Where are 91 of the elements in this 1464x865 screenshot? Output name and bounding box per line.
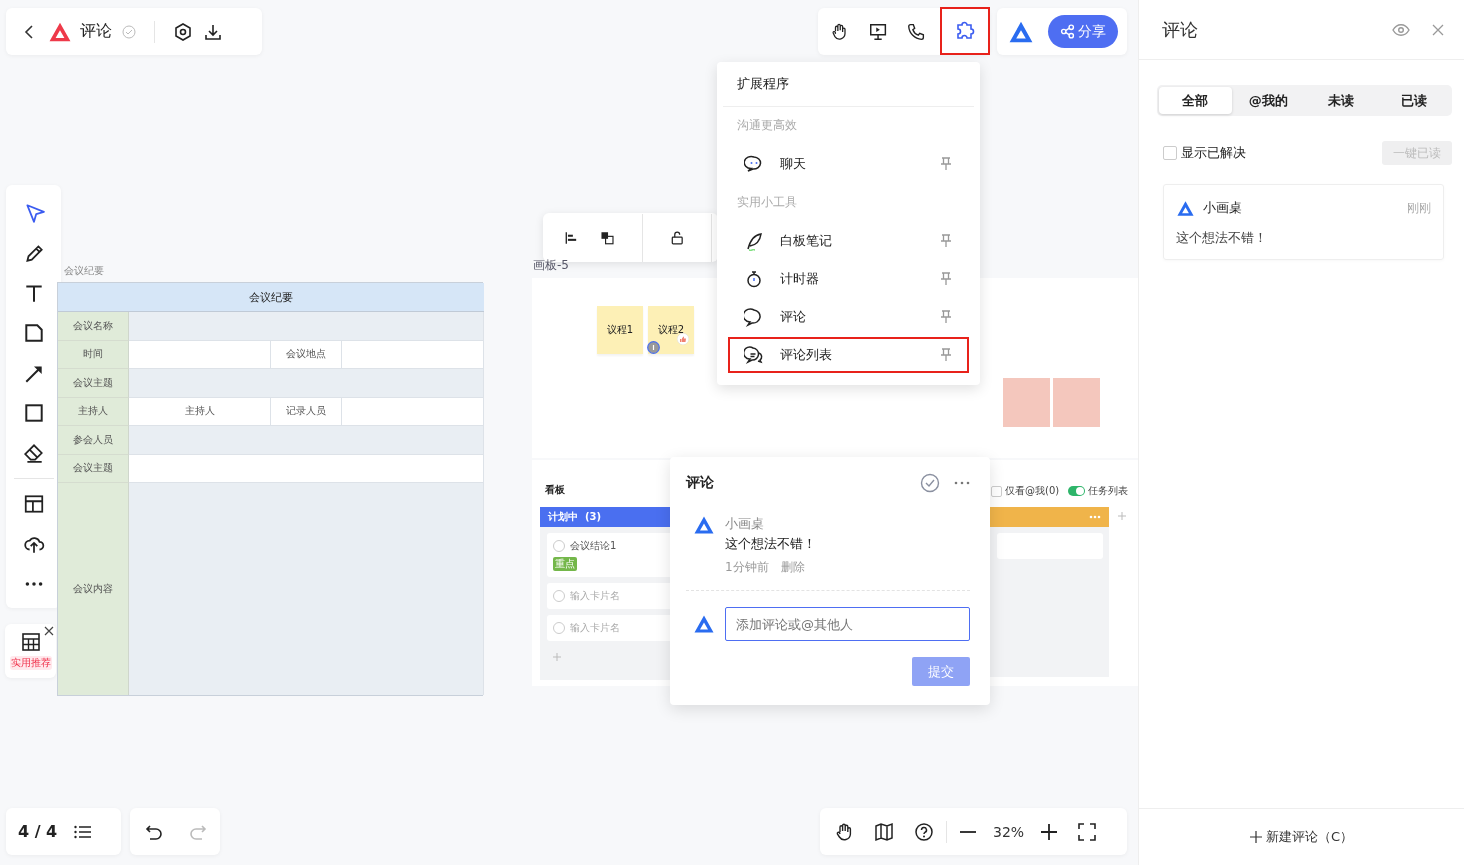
menu-section-heading: 沟通更高效	[736, 117, 798, 134]
pin-icon[interactable]	[939, 348, 953, 362]
table-cell: 记录人员	[271, 397, 342, 426]
sticky-note[interactable]: 议程1	[597, 306, 643, 354]
share-icon	[1060, 24, 1075, 39]
tag: 重点	[553, 557, 577, 571]
zoom-level: 32%	[993, 823, 1025, 840]
eye-icon[interactable]	[1392, 22, 1410, 37]
recommend-label: 实用推荐	[9, 656, 52, 670]
checkbox[interactable]	[991, 485, 1002, 497]
help-icon[interactable]	[914, 821, 934, 842]
table-cell: 会议名称	[58, 312, 129, 341]
hand-icon[interactable]	[834, 821, 854, 842]
avatar-logo-icon	[693, 515, 715, 535]
popup-title: 评论	[686, 474, 715, 492]
table-cell: 会议内容	[58, 483, 129, 695]
table-cell: 参会人员	[58, 426, 129, 455]
check-circle-icon	[122, 24, 136, 39]
comment-card[interactable]: 小画桌 刚刚 这个想法不错！	[1163, 184, 1444, 260]
table-title: 会议纪要	[58, 283, 484, 312]
table-cell: 主持人	[129, 397, 271, 426]
table-cell: 时间	[58, 340, 129, 369]
table-cell: 会议主题	[58, 369, 129, 398]
menu-item[interactable]: 聊天	[728, 146, 969, 182]
thumbs-up-icon	[677, 333, 689, 345]
recommend-card[interactable]: 实用推荐	[5, 624, 56, 678]
rectangle-shape	[1003, 378, 1050, 427]
puzzle-button[interactable]	[940, 6, 990, 55]
checkbox-label: 显示已解决	[1181, 144, 1247, 162]
close-icon[interactable]	[44, 626, 54, 636]
menu-title: 扩展程序	[723, 62, 974, 107]
fullscreen-icon[interactable]	[1078, 822, 1097, 841]
stopwatch-icon	[744, 269, 764, 289]
page-counter: 4 / 4	[18, 822, 58, 841]
pin-icon[interactable]	[939, 157, 953, 171]
rectangle-shape	[1053, 378, 1100, 427]
menu-item[interactable]: 计时器	[728, 261, 969, 297]
toggle-label: 任务列表	[1088, 484, 1129, 498]
menu-section-heading: 实用小工具	[736, 194, 798, 211]
menu-item[interactable]: 评论	[728, 299, 969, 335]
filter-label: 仅看@我(0)	[1005, 484, 1060, 498]
panel-title: 评论	[1162, 17, 1199, 42]
pin-icon[interactable]	[939, 272, 953, 286]
menu-item[interactable]: 评论列表	[728, 337, 969, 373]
card-placeholder: 输入卡片名	[570, 621, 620, 635]
frame-label: 画板-5	[533, 257, 569, 274]
comment-author: 小画桌	[725, 515, 765, 533]
kanban-title: 看板	[545, 483, 565, 497]
table-caption: 会议纪要	[64, 264, 104, 278]
checkbox[interactable]	[1163, 146, 1177, 160]
puzzle-icon	[954, 19, 977, 42]
comment-author: 小画桌	[1203, 199, 1243, 217]
table-cell: 主持人	[58, 397, 129, 426]
zoom-in-icon[interactable]	[1040, 822, 1059, 841]
table-cell: 会议主题	[58, 454, 129, 483]
speech-bubble-icon	[744, 307, 764, 327]
comment-time: 刚刚	[1407, 199, 1431, 217]
comment-input[interactable]: 添加评论或@其他人	[725, 607, 970, 641]
card-title: 会议结论1	[570, 539, 617, 553]
comment-list-icon	[744, 345, 764, 365]
plus-icon	[1249, 831, 1262, 843]
share-button[interactable]: 分享	[1048, 15, 1118, 48]
filter-tab[interactable]: @我的	[1231, 87, 1305, 114]
settings-icon[interactable]	[173, 21, 193, 42]
comment-text: 这个想法不错！	[1176, 229, 1268, 247]
document-title: 评论	[80, 21, 112, 42]
filter-tab[interactable]: 未读	[1304, 87, 1378, 114]
note-icon[interactable]	[22, 322, 45, 344]
table-cell: 会议地点	[271, 340, 342, 369]
square-icon[interactable]	[22, 402, 45, 424]
eraser-icon[interactable]	[22, 442, 45, 464]
layout-icon[interactable]	[22, 493, 45, 515]
new-comment-button[interactable]: 新建评论（C）	[1243, 827, 1360, 847]
card-placeholder: 输入卡片名	[570, 589, 620, 603]
comment-text: 这个想法不错！	[725, 535, 816, 553]
avatar-logo-icon	[693, 614, 715, 634]
avatar-icon	[647, 341, 660, 354]
toggle-switch[interactable]	[1068, 486, 1086, 496]
menu-item[interactable]: 白板笔记	[728, 223, 969, 259]
filter-tab[interactable]: 已读	[1377, 87, 1450, 114]
resolve-check-icon[interactable]	[920, 473, 940, 493]
filter-tab[interactable]: 全部	[1159, 87, 1232, 114]
pin-icon[interactable]	[939, 310, 953, 324]
table-icon	[20, 632, 41, 652]
map-icon[interactable]	[874, 821, 894, 842]
pin-icon[interactable]	[939, 234, 953, 248]
chat-icon	[744, 154, 764, 174]
comment-time: 1分钟前	[725, 559, 769, 576]
feather-icon	[744, 231, 764, 251]
column-name: 计划中 (3)	[548, 510, 602, 524]
avatar-logo-icon	[1176, 199, 1195, 217]
